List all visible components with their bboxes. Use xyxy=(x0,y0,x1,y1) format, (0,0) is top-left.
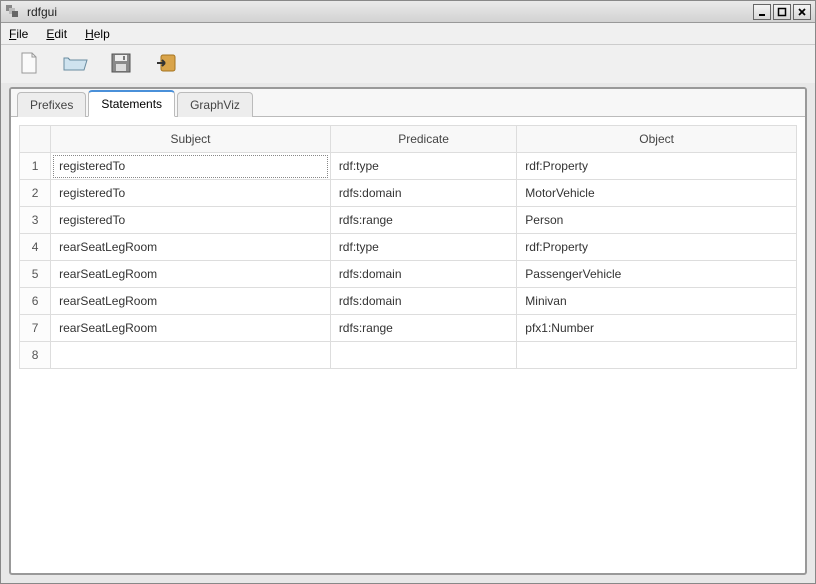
cell-predicate[interactable]: rdfs:range xyxy=(330,207,516,234)
titlebar: rdfgui xyxy=(1,1,815,23)
toolbar xyxy=(1,45,815,83)
tab-label: GraphViz xyxy=(190,98,240,112)
cell-object[interactable]: rdf:Property xyxy=(517,153,797,180)
menu-file[interactable]: File xyxy=(9,27,28,41)
menu-help[interactable]: Help xyxy=(85,27,110,41)
cell-subject[interactable] xyxy=(51,342,331,369)
tab-prefixes[interactable]: Prefixes xyxy=(17,92,86,117)
cell-object[interactable]: pfx1:Number xyxy=(517,315,797,342)
row-number: 3 xyxy=(20,207,51,234)
tab-label: Prefixes xyxy=(30,98,73,112)
table-row[interactable]: 4 rearSeatLegRoom rdf:type rdf:Property xyxy=(20,234,797,261)
row-number: 1 xyxy=(20,153,51,180)
table-row[interactable]: 1 registeredTo rdf:type rdf:Property xyxy=(20,153,797,180)
row-number: 8 xyxy=(20,342,51,369)
new-file-icon xyxy=(18,51,40,78)
cell-object[interactable] xyxy=(517,342,797,369)
cell-predicate[interactable]: rdfs:domain xyxy=(330,288,516,315)
save-disk-icon xyxy=(110,52,132,77)
cell-object[interactable]: Minivan xyxy=(517,288,797,315)
table-row[interactable]: 3 registeredTo rdfs:range Person xyxy=(20,207,797,234)
table-container: Subject Predicate Object 1 registeredTo … xyxy=(11,117,805,573)
table-row[interactable]: 7 rearSeatLegRoom rdfs:range pfx1:Number xyxy=(20,315,797,342)
table-row[interactable]: 2 registeredTo rdfs:domain MotorVehicle xyxy=(20,180,797,207)
cell-subject[interactable]: registeredTo xyxy=(51,207,331,234)
cell-subject[interactable]: registeredTo xyxy=(51,153,331,180)
row-number: 2 xyxy=(20,180,51,207)
table-row[interactable]: 6 rearSeatLegRoom rdfs:domain Minivan xyxy=(20,288,797,315)
open-file-button[interactable] xyxy=(61,50,89,78)
content-pane: Prefixes Statements GraphViz xyxy=(9,87,807,575)
table-row[interactable]: 8 xyxy=(20,342,797,369)
app-icon xyxy=(5,4,21,20)
menu-edit[interactable]: Edit xyxy=(46,27,67,41)
cell-predicate[interactable] xyxy=(330,342,516,369)
row-number: 6 xyxy=(20,288,51,315)
cell-object[interactable]: MotorVehicle xyxy=(517,180,797,207)
tab-label: Statements xyxy=(101,97,162,111)
statements-table[interactable]: Subject Predicate Object 1 registeredTo … xyxy=(19,125,797,369)
window-controls xyxy=(753,4,811,20)
column-header-object[interactable]: Object xyxy=(517,126,797,153)
row-number: 5 xyxy=(20,261,51,288)
save-button[interactable] xyxy=(107,50,135,78)
cell-predicate[interactable]: rdfs:domain xyxy=(330,261,516,288)
cell-subject[interactable]: rearSeatLegRoom xyxy=(51,261,331,288)
tab-statements[interactable]: Statements xyxy=(88,90,175,117)
cell-subject[interactable]: registeredTo xyxy=(51,180,331,207)
cell-predicate[interactable]: rdfs:domain xyxy=(330,180,516,207)
export-icon xyxy=(155,52,179,77)
export-button[interactable] xyxy=(153,50,181,78)
column-header-subject[interactable]: Subject xyxy=(51,126,331,153)
cell-predicate[interactable]: rdf:type xyxy=(330,153,516,180)
cell-object[interactable]: PassengerVehicle xyxy=(517,261,797,288)
maximize-button[interactable] xyxy=(773,4,791,20)
table-header-row: Subject Predicate Object xyxy=(20,126,797,153)
minimize-button[interactable] xyxy=(753,4,771,20)
cell-object[interactable]: Person xyxy=(517,207,797,234)
row-number: 4 xyxy=(20,234,51,261)
cell-subject[interactable]: rearSeatLegRoom xyxy=(51,315,331,342)
cell-predicate[interactable]: rdfs:range xyxy=(330,315,516,342)
tab-graphviz[interactable]: GraphViz xyxy=(177,92,253,117)
cell-object[interactable]: rdf:Property xyxy=(517,234,797,261)
menubar: File Edit Help xyxy=(1,23,815,45)
cell-predicate[interactable]: rdf:type xyxy=(330,234,516,261)
cell-subject[interactable]: rearSeatLegRoom xyxy=(51,288,331,315)
table-row[interactable]: 5 rearSeatLegRoom rdfs:domain PassengerV… xyxy=(20,261,797,288)
open-folder-icon xyxy=(62,52,88,77)
tabbar: Prefixes Statements GraphViz xyxy=(11,89,805,117)
column-header-predicate[interactable]: Predicate xyxy=(330,126,516,153)
row-number: 7 xyxy=(20,315,51,342)
window-title: rdfgui xyxy=(27,5,753,19)
row-number-header xyxy=(20,126,51,153)
cell-subject[interactable]: rearSeatLegRoom xyxy=(51,234,331,261)
new-file-button[interactable] xyxy=(15,50,43,78)
app-window: rdfgui File Edit Help xyxy=(0,0,816,584)
close-button[interactable] xyxy=(793,4,811,20)
